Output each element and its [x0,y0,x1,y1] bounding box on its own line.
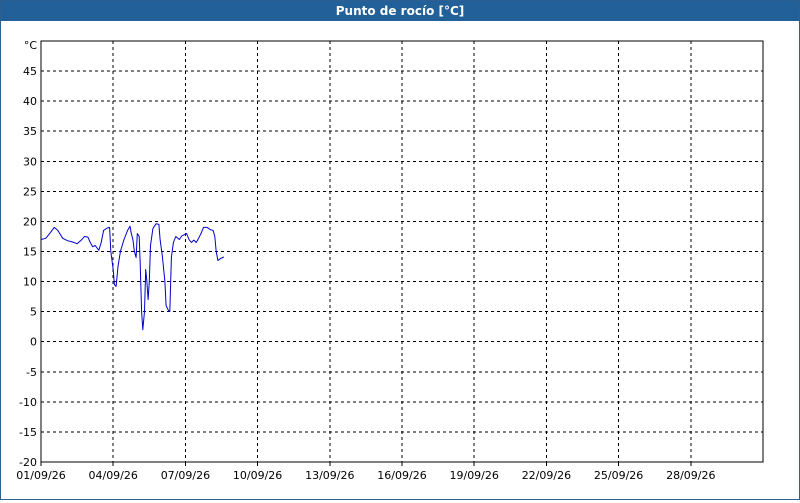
x-tick-label: 22/09/26 [522,469,571,482]
y-tick-label: 0 [30,336,37,349]
x-tick-label: 10/09/26 [233,469,282,482]
x-tick-label: 25/09/26 [594,469,643,482]
y-tick-label: 10 [23,276,37,289]
x-tick-label: 28/09/26 [666,469,715,482]
y-tick-label: 25 [23,185,37,198]
y-tick-label: 40 [23,95,37,108]
chart-area: -20 -15 -10 -5 0 5 10 15 20 25 30 35 40 45 °C 01/09/26 0… [1,21,799,499]
x-tick-label: 16/09/26 [377,469,426,482]
chart-window: Punto de rocío [°C] -20 -15 -10 -5 0 5 10 15 20 2… [0,0,800,500]
y-tick-label: 20 [23,215,37,228]
y-tick-label: -10 [19,396,37,409]
y-tick-label: 5 [30,306,37,319]
y-tick-label: 15 [23,246,37,259]
y-tick-label: 30 [23,155,37,168]
y-tick-label: -15 [19,426,37,439]
window-title: Punto de rocío [°C] [1,1,799,21]
y-unit-label: °C [24,39,38,52]
x-tick-label: 07/09/26 [161,469,210,482]
x-tick-label: 19/09/26 [449,469,498,482]
dew-point-chart: -20 -15 -10 -5 0 5 10 15 20 25 30 35 40 45 °C 01/09/26 0… [16,39,764,482]
y-tick-label: 35 [23,125,37,138]
y-tick-label: -5 [26,366,37,379]
x-tick-label: 13/09/26 [305,469,354,482]
x-tick-label: 01/09/26 [16,469,65,482]
x-tick-label: 04/09/26 [88,469,137,482]
y-tick-label: 45 [23,65,37,78]
y-tick-label: -20 [19,456,37,469]
